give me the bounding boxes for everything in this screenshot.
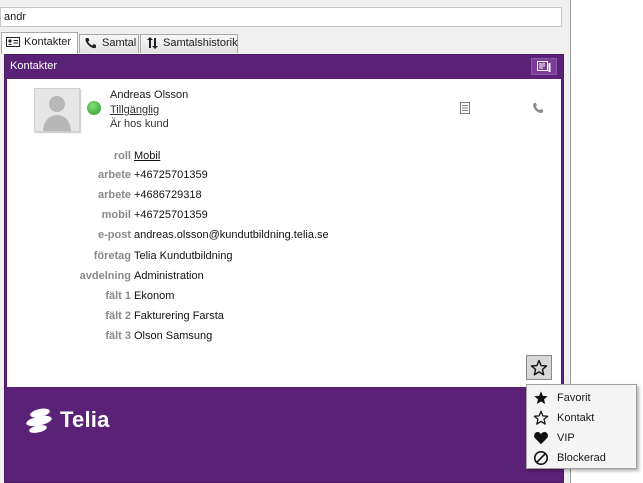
search-input-value: andr: [4, 11, 27, 23]
app-window: andr Kontakter Samtal Samtalshistorik Ko…: [0, 0, 571, 483]
call-button[interactable]: [531, 101, 545, 115]
avatar: [34, 88, 80, 132]
field-value: Olson Samsung: [134, 330, 213, 342]
star-filled-icon: [532, 389, 550, 407]
tab-label: Samtal: [102, 37, 137, 49]
field-value: andreas.olsson@kundutbildning.telia.se: [134, 229, 329, 241]
field-label: roll: [113, 150, 131, 162]
search-input[interactable]: andr: [0, 7, 562, 27]
contact-card: Andreas Olsson Tillgänglig Är hos kund r…: [7, 79, 561, 387]
contact-details-button[interactable]: [458, 101, 472, 115]
field-label: mobil: [101, 209, 131, 221]
presence-note: Är hos kund: [110, 118, 169, 130]
menu-item-label: Favorit: [557, 392, 591, 404]
tab-label: Samtalshistorik: [163, 37, 238, 49]
field-value: Fakturering Farsta: [134, 310, 224, 322]
phone-icon: [84, 37, 98, 49]
logo-text: Telia: [60, 407, 110, 432]
star-outline-icon: [530, 359, 548, 375]
telia-pebble-icon: [26, 408, 52, 433]
field-label: fält 3: [105, 330, 131, 342]
contact-name: Andreas Olsson: [110, 89, 189, 101]
user-silhouette-icon: [35, 89, 79, 131]
tab-samtalshistorik[interactable]: Samtalshistorik: [140, 34, 238, 53]
tab-kontakter[interactable]: Kontakter: [1, 32, 78, 54]
panel-header: Kontakter: [5, 55, 563, 77]
field-value: Administration: [134, 270, 204, 282]
field-label: arbete: [97, 169, 131, 181]
phone-icon: [533, 103, 543, 114]
field-label: arbete: [97, 189, 131, 201]
menu-item-favorit[interactable]: Favorit: [527, 388, 636, 408]
contact-card-icon: [6, 36, 20, 48]
field-label: e-post: [98, 229, 131, 241]
blocked-icon: [532, 449, 550, 467]
menu-item-kontakt[interactable]: Kontakt: [527, 408, 636, 428]
presence-status-link[interactable]: Tillgänglig: [110, 104, 159, 116]
menu-item-label: Blockerad: [557, 452, 606, 464]
menu-item-label: Kontakt: [557, 412, 595, 424]
field-value: Telia Kundutbildning: [134, 250, 233, 262]
document-icon: [460, 102, 470, 114]
field-label: avdelning: [79, 270, 131, 282]
presence-indicator: [87, 101, 101, 115]
favorite-menu: Favorit Kontakt VIP Blockerad: [526, 384, 637, 469]
field-label: fält 2: [105, 310, 131, 322]
field-value: Ekonom: [134, 290, 175, 302]
menu-item-vip[interactable]: VIP: [527, 428, 636, 448]
menu-item-blockerad[interactable]: Blockerad: [527, 448, 636, 468]
vcard-icon: [537, 60, 551, 72]
vcard-button[interactable]: [531, 58, 557, 75]
field-value-link[interactable]: Mobil: [134, 150, 160, 162]
history-arrows-icon: [145, 37, 159, 49]
telia-logo: Telia: [24, 404, 110, 436]
field-value: +46725701359: [134, 209, 208, 221]
favorite-menu-button[interactable]: [526, 355, 552, 380]
field-value: +4686729318: [134, 189, 202, 201]
field-value: +46725701359: [134, 169, 208, 181]
tab-samtal[interactable]: Samtal: [79, 34, 139, 53]
panel-title: Kontakter: [10, 60, 58, 72]
field-label: fält 1: [105, 290, 131, 302]
field-label: företag: [93, 250, 131, 262]
tab-label: Kontakter: [24, 36, 72, 48]
star-outline-icon: [532, 409, 550, 427]
heart-icon: [532, 429, 550, 447]
menu-item-label: VIP: [557, 432, 575, 444]
